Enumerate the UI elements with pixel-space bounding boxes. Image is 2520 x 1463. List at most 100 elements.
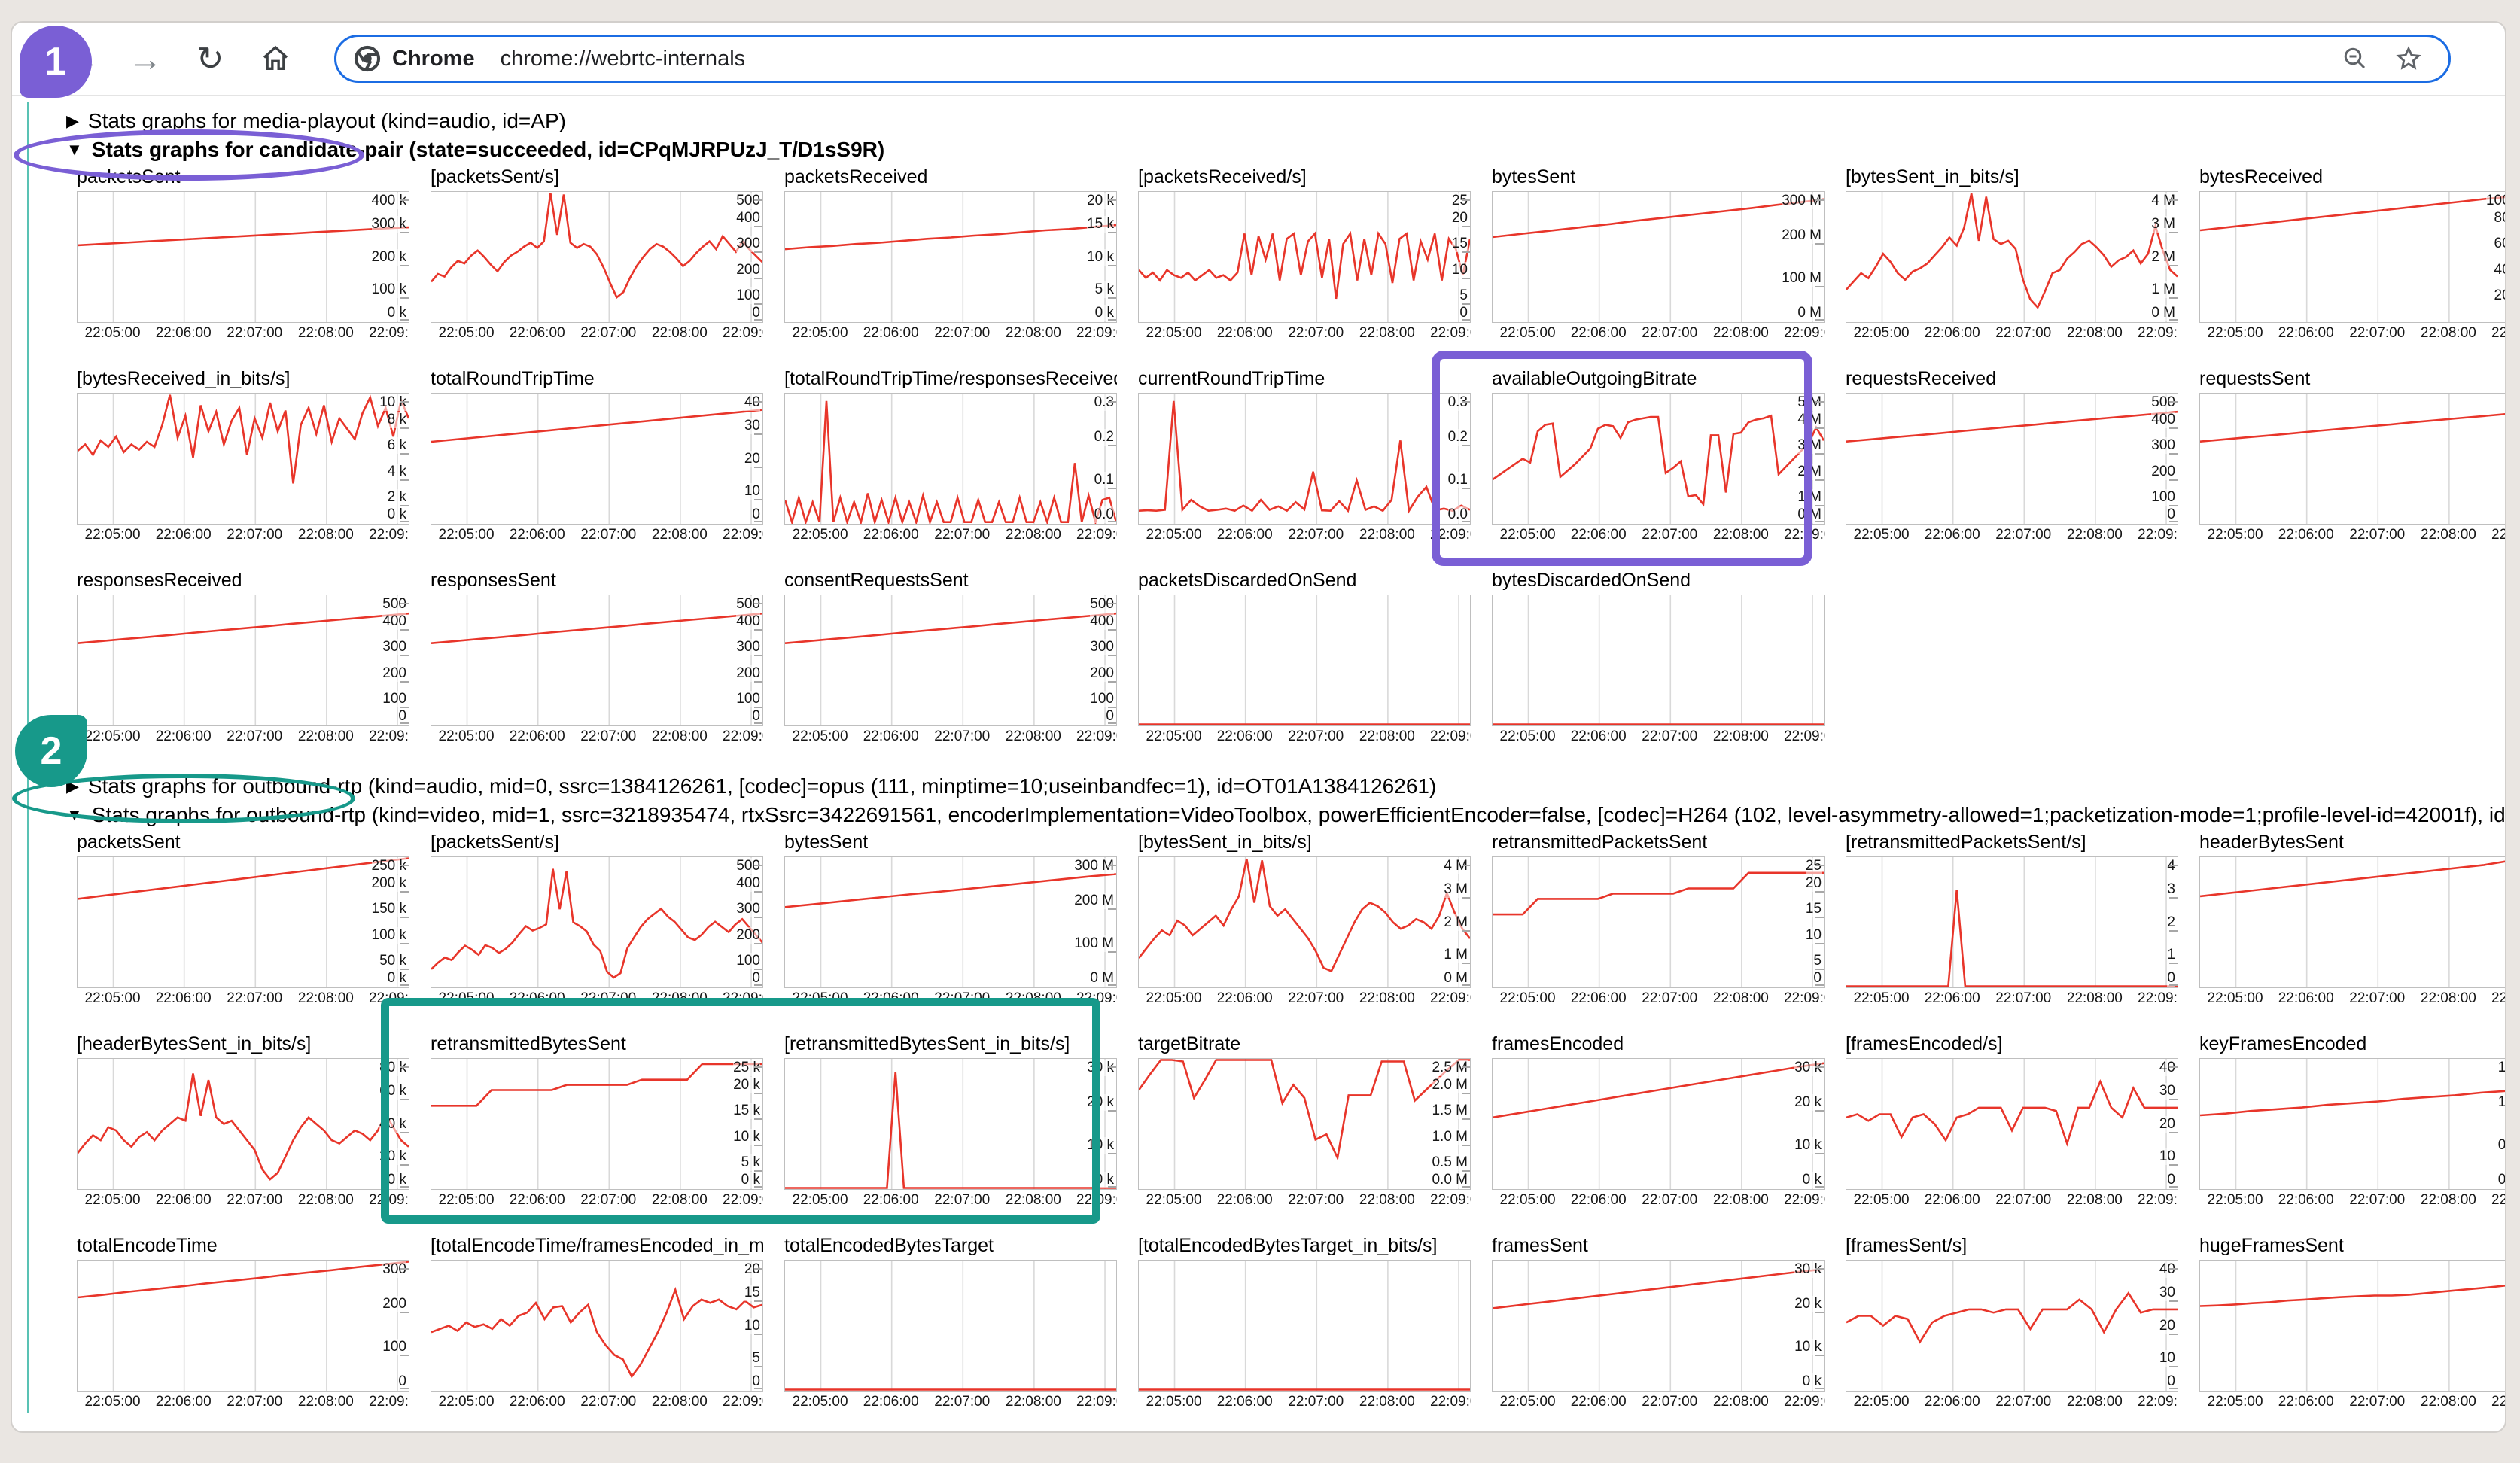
url-text[interactable]: chrome://webrtc-internals	[501, 47, 2342, 71]
reload-icon[interactable]: ↻	[191, 23, 229, 95]
graph-plot	[1138, 595, 1471, 726]
x-axis-label: 22:05:00	[2199, 990, 2272, 1007]
x-axis-label: 22:06:00	[855, 1394, 927, 1410]
y-axis-tick	[1462, 1186, 1470, 1188]
x-axis-label: 22:05:00	[1846, 325, 1918, 342]
graph-title: framesEncoded	[1492, 1033, 1825, 1055]
x-axis-label: 22:06:00	[148, 325, 220, 342]
graph-plot	[784, 1260, 1117, 1392]
x-axis-label: 22:06:00	[1563, 325, 1635, 342]
graph-title: targetBitrate	[1138, 1033, 1471, 1055]
x-axis-label: 22:09:00	[2483, 1394, 2506, 1410]
y-axis-tick	[754, 319, 762, 321]
url-bar[interactable]: Chrome chrome://webrtc-internals	[334, 35, 2451, 83]
y-axis-tick	[754, 917, 762, 918]
y-axis-tick	[754, 943, 762, 944]
y-axis-tick	[1462, 930, 1470, 932]
y-axis-tick	[400, 199, 409, 201]
graph-title: bytesSent	[1492, 166, 1825, 188]
x-axis-label: 22:05:00	[1492, 325, 1564, 342]
x-axis-label: 22:07:00	[218, 728, 291, 745]
y-axis-label: 200	[736, 927, 760, 944]
y-axis-tick	[1815, 1110, 1824, 1112]
x-axis-label: 22:06:00	[2270, 990, 2342, 1007]
y-axis-tick	[400, 265, 409, 266]
graph-cell: currentRoundTripTime0.30.20.10.022:05:00…	[1117, 367, 1471, 569]
x-axis-label: 22:06:00	[2270, 325, 2342, 342]
x-axis-label: 22:05:00	[784, 1394, 857, 1410]
x-axis-labels: 22:05:0022:06:0022:07:0022:08:0022:09:00	[784, 1394, 1117, 1413]
graph-cell: packetsSent250 k200 k150 k100 k50 k0 k22…	[56, 831, 409, 1033]
graph-cell: headerBytesSent5 M4 M3 M2 M1 M0 M22:05:0…	[2178, 831, 2506, 1033]
y-axis-tick	[1108, 681, 1116, 683]
graph-title: headerBytesSent	[2199, 831, 2506, 853]
y-axis-tick	[2169, 319, 2178, 321]
y-axis-tick	[754, 865, 762, 866]
y-axis-label: 500	[382, 596, 406, 613]
y-axis-tick	[1108, 984, 1116, 986]
y-axis-tick	[754, 199, 762, 201]
y-axis-label: 5	[1813, 953, 1822, 969]
y-axis-tick	[400, 453, 409, 455]
y-axis-label: 800	[2505, 1261, 2506, 1278]
graph-plot: 1.5 k1.0 k0.5 k0.0 k	[2199, 1058, 2506, 1190]
star-icon[interactable]	[2394, 44, 2423, 73]
x-axis-labels: 22:05:0022:06:0022:07:0022:08:0022:09:00	[431, 527, 763, 546]
x-axis-label: 22:09:00	[1776, 728, 1825, 745]
x-axis-labels: 22:05:0022:06:0022:07:0022:08:0022:09:00	[77, 1192, 409, 1212]
browser-toolbar: ← → ↻ Chrome chrome://webrtc-internals	[12, 23, 2505, 96]
y-axis-tick	[1815, 286, 1824, 287]
y-axis-tick	[400, 427, 409, 429]
y-axis-label: 200	[1090, 665, 1114, 682]
y-axis-tick	[1462, 1145, 1470, 1146]
x-axis-labels: 22:05:0022:06:0022:07:0022:08:0022:09:00	[77, 325, 409, 345]
y-axis-tick	[1462, 963, 1470, 964]
y-axis-label: 100 k	[372, 927, 406, 944]
y-axis-tick	[400, 297, 409, 299]
home-icon[interactable]	[254, 23, 297, 95]
section-header-outbound-video[interactable]: ▼Stats graphs for outbound-rtp (kind=vid…	[66, 802, 2505, 828]
y-axis-tick	[754, 1334, 762, 1335]
y-axis-tick	[754, 603, 762, 604]
y-axis-tick	[2169, 930, 2178, 932]
y-axis-tick	[2169, 1366, 2178, 1367]
y-axis-tick	[400, 319, 409, 321]
y-axis-tick	[400, 1388, 409, 1389]
y-axis-tick	[2169, 297, 2178, 299]
graph-title: [retransmittedPacketsSent/s]	[1846, 831, 2178, 853]
section-header-media-playout[interactable]: ▶Stats graphs for media-playout (kind=au…	[66, 108, 2505, 134]
graph-title: [packetsReceived/s]	[1138, 166, 1471, 188]
x-axis-label: 22:09:00	[1776, 1394, 1825, 1410]
y-axis-tick	[1462, 1118, 1470, 1120]
x-axis-label: 22:07:00	[1280, 1192, 1352, 1209]
y-axis-label: 10	[1806, 927, 1822, 944]
x-axis-label: 22:08:00	[1705, 325, 1777, 342]
section-header-candidate-pair[interactable]: ▼Stats graphs for candidate-pair (state=…	[66, 137, 2505, 163]
y-axis-label: 4 M	[2505, 875, 2506, 892]
graph-plot: 5 M4 M3 M2 M1 M0 M	[2199, 856, 2506, 988]
x-axis-label: 22:09:00	[1776, 1192, 1825, 1209]
x-axis-label: 22:09:00	[2483, 990, 2506, 1007]
zoom-out-icon[interactable]	[2342, 45, 2369, 72]
y-axis-label: 200 k	[372, 875, 406, 892]
graph-cell: bytesDiscardedOnSend22:05:0022:06:0022:0…	[1471, 569, 1825, 771]
graph-plot: 5004003002001000	[431, 191, 763, 323]
x-axis-labels: 22:05:0022:06:0022:07:0022:08:0022:09:00	[2199, 990, 2506, 1010]
y-axis-tick	[1815, 1153, 1824, 1154]
forward-icon[interactable]: →	[126, 23, 164, 95]
x-axis-labels: 22:05:0022:06:0022:07:0022:08:0022:09:00	[2199, 527, 2506, 546]
x-axis-label: 22:09:00	[361, 325, 409, 342]
x-axis-label: 22:09:00	[2129, 527, 2178, 543]
section-header-outbound-audio[interactable]: ▶Stats graphs for outbound-rtp (kind=aud…	[66, 774, 2505, 799]
x-axis-label: 22:07:00	[926, 527, 998, 543]
graph-plot: 30 k20 k10 k0 k	[1492, 1058, 1825, 1190]
x-axis-label: 22:08:00	[1705, 1192, 1777, 1209]
y-axis-tick	[2169, 1300, 2178, 1302]
x-axis-label: 22:08:00	[2059, 325, 2131, 342]
x-axis-label: 22:08:00	[1705, 728, 1777, 745]
x-axis-label: 22:09:00	[361, 728, 409, 745]
x-axis-label: 22:06:00	[148, 1192, 220, 1209]
y-axis-label: 400	[736, 210, 760, 227]
y-axis-label: 400	[736, 875, 760, 892]
y-axis-tick	[1108, 908, 1116, 910]
